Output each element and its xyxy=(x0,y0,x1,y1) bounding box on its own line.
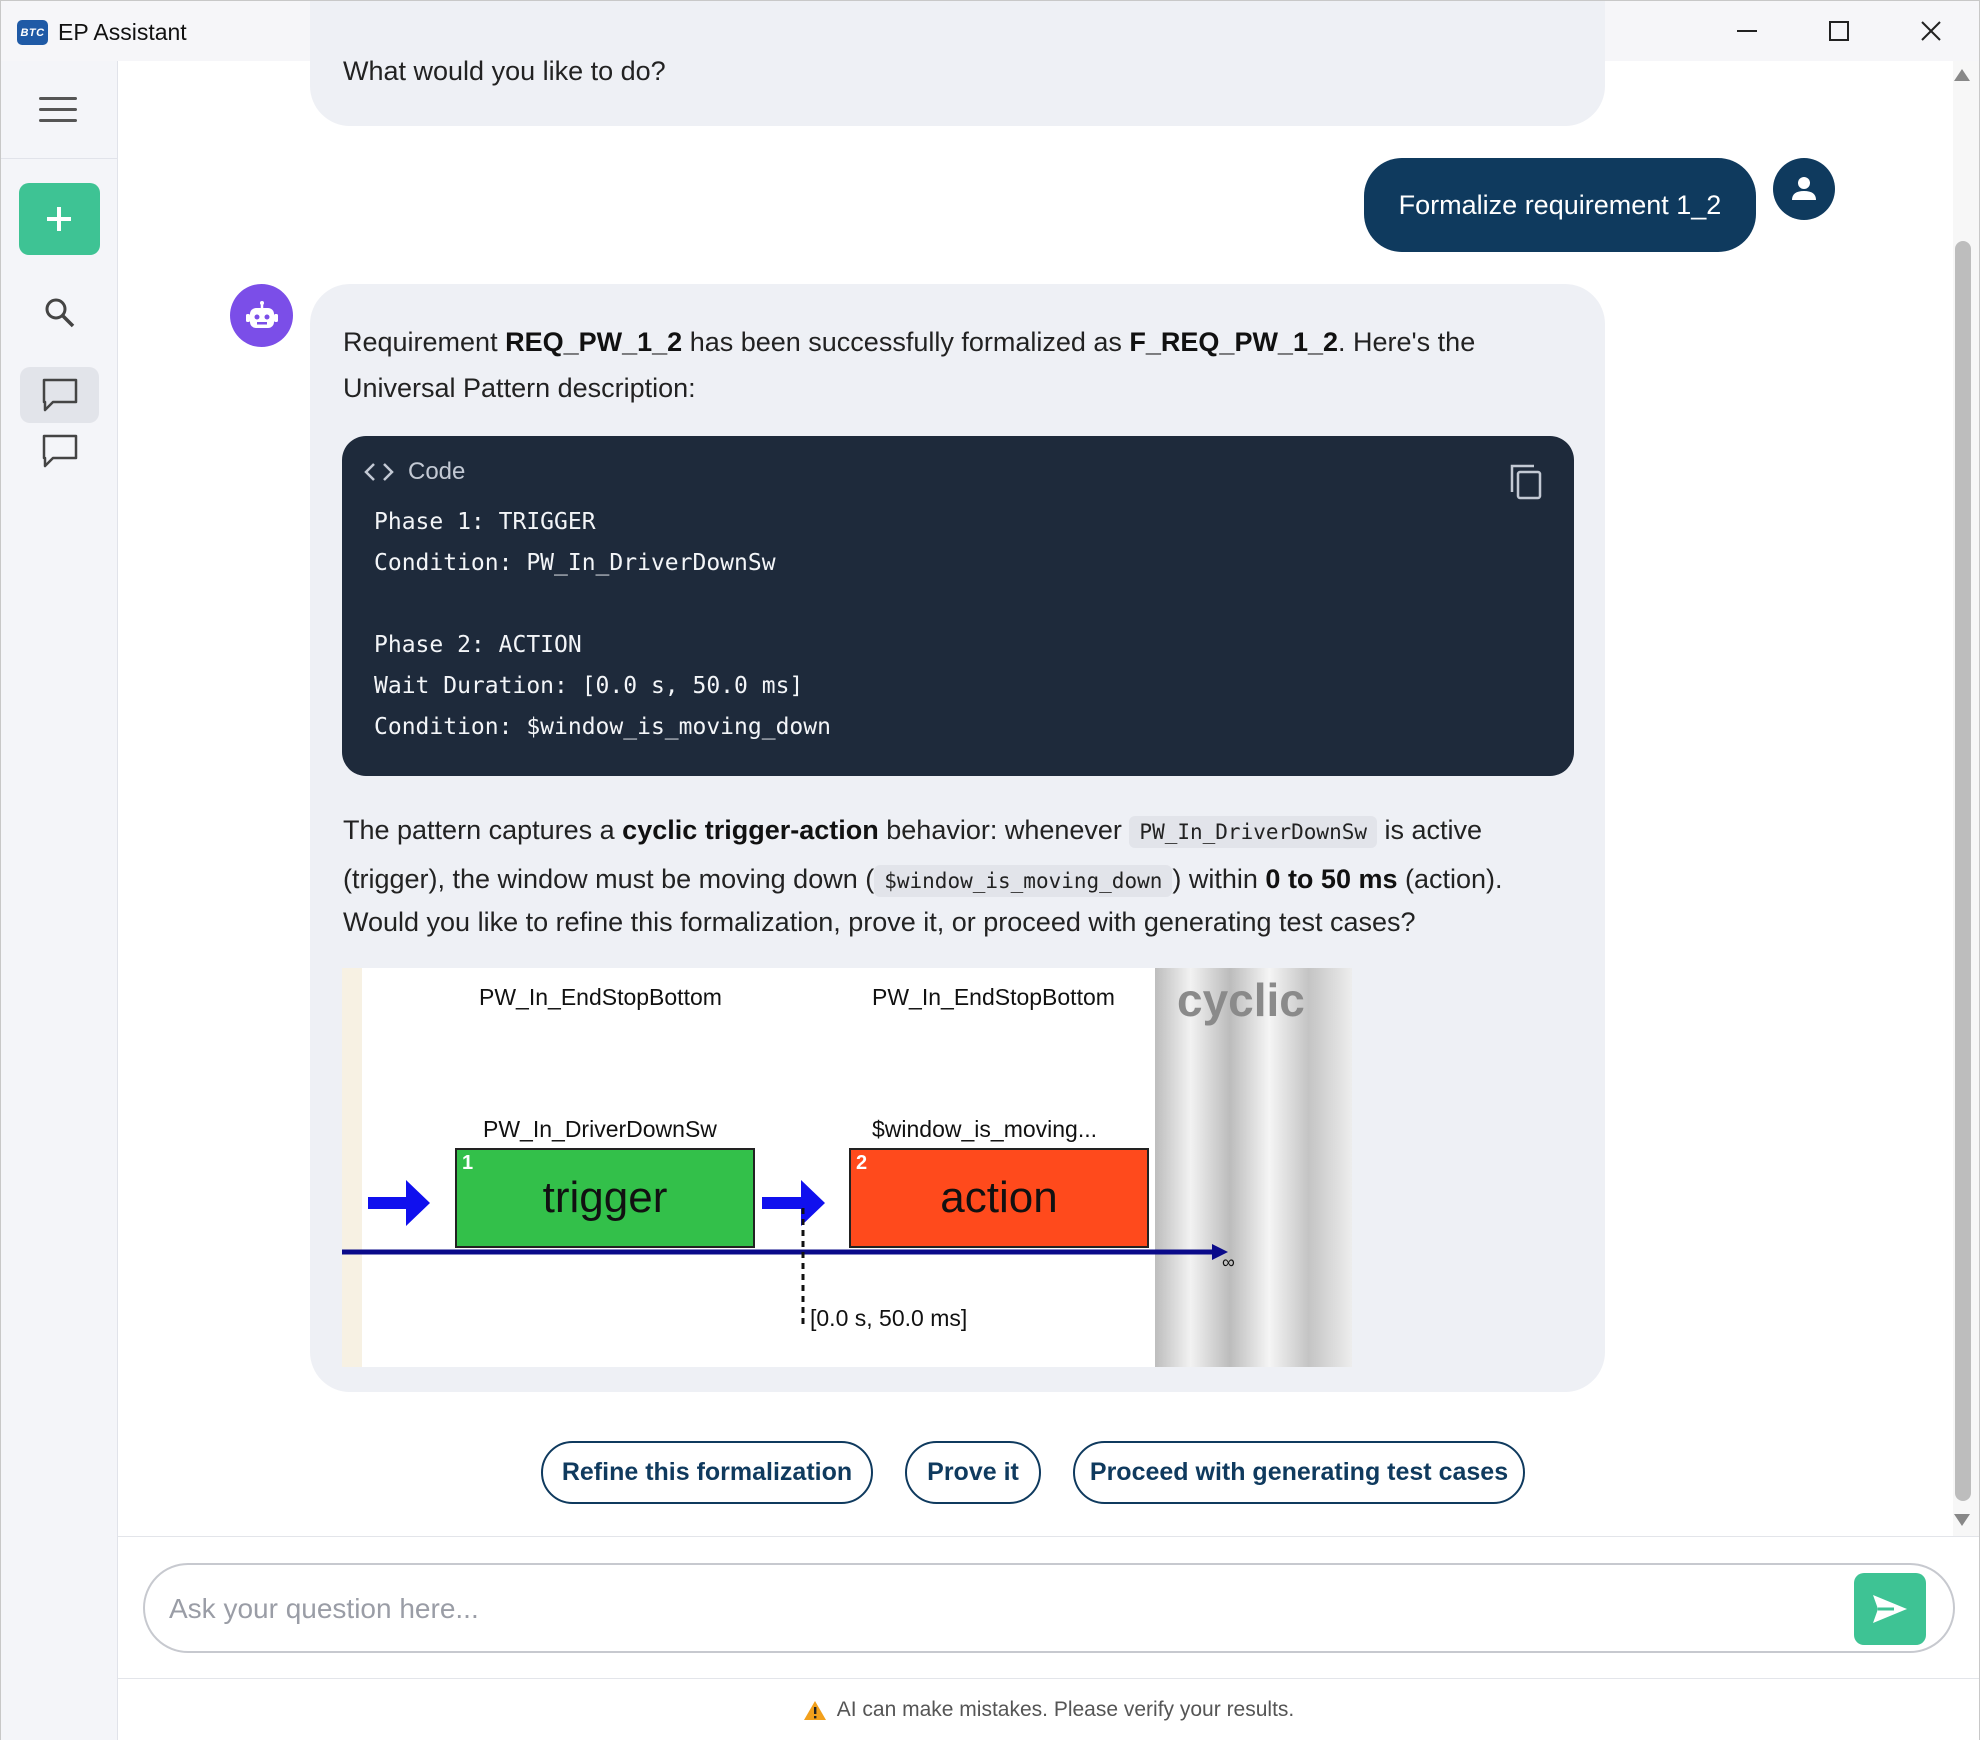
footer: AI can make mistakes. Please verify your… xyxy=(118,1678,1979,1740)
copy-icon xyxy=(1510,464,1542,500)
inline-code-trigger: PW_In_DriverDownSw xyxy=(1129,816,1377,848)
code-header: Code xyxy=(362,458,465,486)
chat-icon xyxy=(42,434,77,468)
minimize-icon xyxy=(1737,30,1757,32)
minimize-button[interactable] xyxy=(1701,1,1793,61)
chat-icon xyxy=(42,378,77,412)
sidebar-header xyxy=(1,61,117,159)
proceed-test-cases-button[interactable]: Proceed with generating test cases xyxy=(1073,1441,1525,1504)
trigger-phase-box: trigger 1 xyxy=(455,1148,755,1248)
search-icon xyxy=(45,298,74,328)
send-button[interactable] xyxy=(1854,1573,1926,1645)
trigger-phase-number: 1 xyxy=(462,1152,474,1174)
close-icon xyxy=(1921,21,1941,41)
user-message: Formalize requirement 1_2 xyxy=(1364,158,1756,252)
pattern-diagram: cyclic PW_In_EndStopBottom PW_In_EndStop… xyxy=(342,968,1352,1367)
entry-arrow xyxy=(368,1180,430,1226)
code-icon xyxy=(364,463,394,481)
code-header-label: Code xyxy=(408,458,466,485)
search-button[interactable] xyxy=(20,285,99,341)
transition-arrow xyxy=(762,1180,825,1226)
sidebar xyxy=(1,61,118,1740)
action-phase-text: action xyxy=(940,1173,1058,1222)
warning-icon xyxy=(803,1700,826,1720)
copy-button[interactable] xyxy=(1508,462,1544,502)
requirement-id: REQ_PW_1_2 xyxy=(505,327,683,357)
explanation-text: The pattern captures a cyclic trigger-ac… xyxy=(343,807,1573,905)
prove-button[interactable]: Prove it xyxy=(905,1441,1041,1504)
code-content: Phase 1: TRIGGER Condition: PW_In_Driver… xyxy=(374,509,831,740)
menu-icon[interactable] xyxy=(39,97,79,125)
app-window: BTC EP Assistant What would you like to … xyxy=(0,0,1980,1740)
action-phase-number: 2 xyxy=(856,1152,868,1174)
send-icon xyxy=(1873,1595,1907,1623)
bot-avatar xyxy=(230,284,293,347)
plus-icon xyxy=(47,207,71,231)
bot-intro-text: Requirement REQ_PW_1_2 has been successf… xyxy=(343,327,1476,403)
maximize-icon xyxy=(1829,21,1849,41)
footer-warning-text: AI can make mistakes. Please verify your… xyxy=(836,1697,1295,1721)
scroll-down-icon[interactable] xyxy=(1954,1514,1970,1526)
sidebar-chat-item-2[interactable] xyxy=(20,423,99,479)
previous-message-text: What would you like to do? xyxy=(343,56,666,86)
refine-button[interactable]: Refine this formalization xyxy=(541,1441,873,1504)
action-phase-box: action 2 xyxy=(849,1148,1149,1248)
scroll-up-icon[interactable] xyxy=(1954,69,1970,81)
close-button[interactable] xyxy=(1885,1,1977,61)
wait-duration-label: [0.0 s, 50.0 ms] xyxy=(810,1305,968,1331)
user-avatar xyxy=(1773,158,1835,220)
sidebar-chat-item-1[interactable] xyxy=(20,367,99,423)
app-title: EP Assistant xyxy=(58,19,187,45)
maximize-button[interactable] xyxy=(1793,1,1885,61)
inline-code-action: $window_is_moving_down xyxy=(874,865,1173,897)
robot-icon xyxy=(245,300,278,328)
scrollbar-thumb[interactable] xyxy=(1955,241,1971,1501)
infinity-label: ∞ xyxy=(1222,1252,1235,1272)
user-icon xyxy=(1792,177,1816,200)
code-block: Code Phase 1: TRIGGER Condition: PW_In_D… xyxy=(342,436,1574,776)
formalized-id: F_REQ_PW_1_2 xyxy=(1129,327,1338,357)
trigger-phase-text: trigger xyxy=(542,1173,668,1222)
app-logo: BTC xyxy=(17,20,48,45)
question-text: Would you like to refine this formalizat… xyxy=(343,907,1416,937)
new-chat-button[interactable] xyxy=(19,183,100,255)
question-input[interactable] xyxy=(169,1581,1819,1637)
